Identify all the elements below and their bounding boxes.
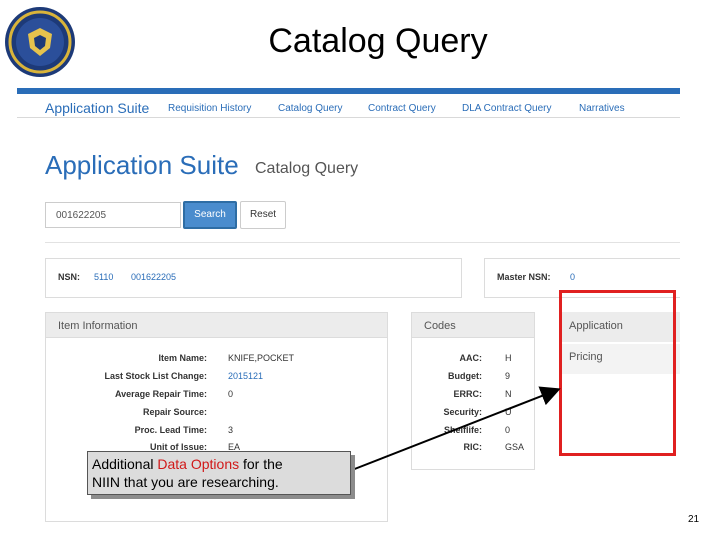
page-number: 21 bbox=[688, 514, 700, 525]
callout-suffix: for the bbox=[239, 456, 283, 472]
callout-line2: NIIN that you are researching. bbox=[92, 474, 279, 490]
callout-box: Additional Data Options for the NIIN tha… bbox=[87, 451, 351, 495]
callout-prefix: Additional bbox=[92, 456, 158, 472]
callout-highlight: Data Options bbox=[157, 456, 240, 472]
